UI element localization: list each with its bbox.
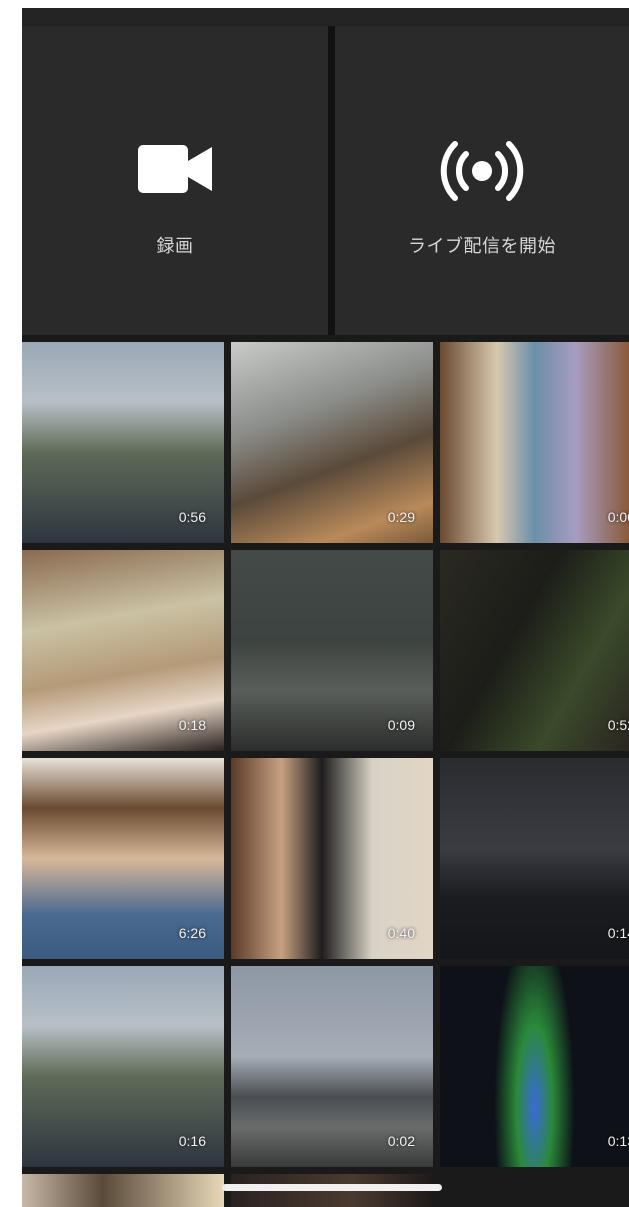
video-duration: 0:40 (387, 925, 415, 941)
record-label: 録画 (156, 236, 194, 257)
video-camera-icon (136, 141, 214, 201)
video-duration: 0:29 (387, 509, 415, 525)
video-duration: 6:26 (178, 925, 206, 941)
divider (328, 26, 335, 335)
video-thumbnail[interactable]: 0:14 (440, 758, 629, 959)
video-thumbnail[interactable]: 6:26 (22, 758, 224, 959)
video-duration: 0:02 (387, 1133, 415, 1149)
home-indicator[interactable] (222, 1184, 442, 1191)
video-duration: 0:52 (607, 717, 629, 733)
video-thumbnail[interactable]: 0:56 (22, 342, 224, 543)
video-thumbnail[interactable] (22, 1174, 224, 1207)
video-thumbnail[interactable]: 0:52 (440, 550, 629, 751)
video-duration: 0:09 (387, 717, 415, 733)
video-duration: 0:13 (607, 1133, 629, 1149)
go-live-label: ライブ配信を開始 (408, 236, 556, 257)
video-duration: 0:14 (607, 925, 629, 941)
broadcast-icon (437, 141, 527, 205)
video-duration: 0:56 (178, 509, 206, 525)
video-thumbnail[interactable]: 0:29 (231, 342, 433, 543)
go-live-button[interactable]: ライブ配信を開始 (335, 26, 629, 335)
video-picker-screen: 録画 ライブ配信を開始 0:56 0:29 0:00 0:18 (22, 8, 629, 1207)
video-duration: 0:18 (178, 717, 206, 733)
video-grid: 0:56 0:29 0:00 0:18 0:09 0:52 6:26 0:40 … (22, 342, 629, 1207)
video-thumbnail[interactable]: 0:00 (440, 342, 629, 543)
video-thumbnail[interactable]: 0:40 (231, 758, 433, 959)
video-thumbnail[interactable]: 0:16 (22, 966, 224, 1167)
video-thumbnail[interactable]: 0:09 (231, 550, 433, 751)
record-button[interactable]: 録画 (22, 26, 328, 335)
video-thumbnail[interactable]: 0:18 (22, 550, 224, 751)
top-bar (22, 8, 629, 26)
video-thumbnail[interactable]: 0:13 (440, 966, 629, 1167)
video-duration: 0:16 (178, 1133, 206, 1149)
video-duration: 0:00 (607, 509, 629, 525)
video-thumbnail[interactable]: 0:02 (231, 966, 433, 1167)
